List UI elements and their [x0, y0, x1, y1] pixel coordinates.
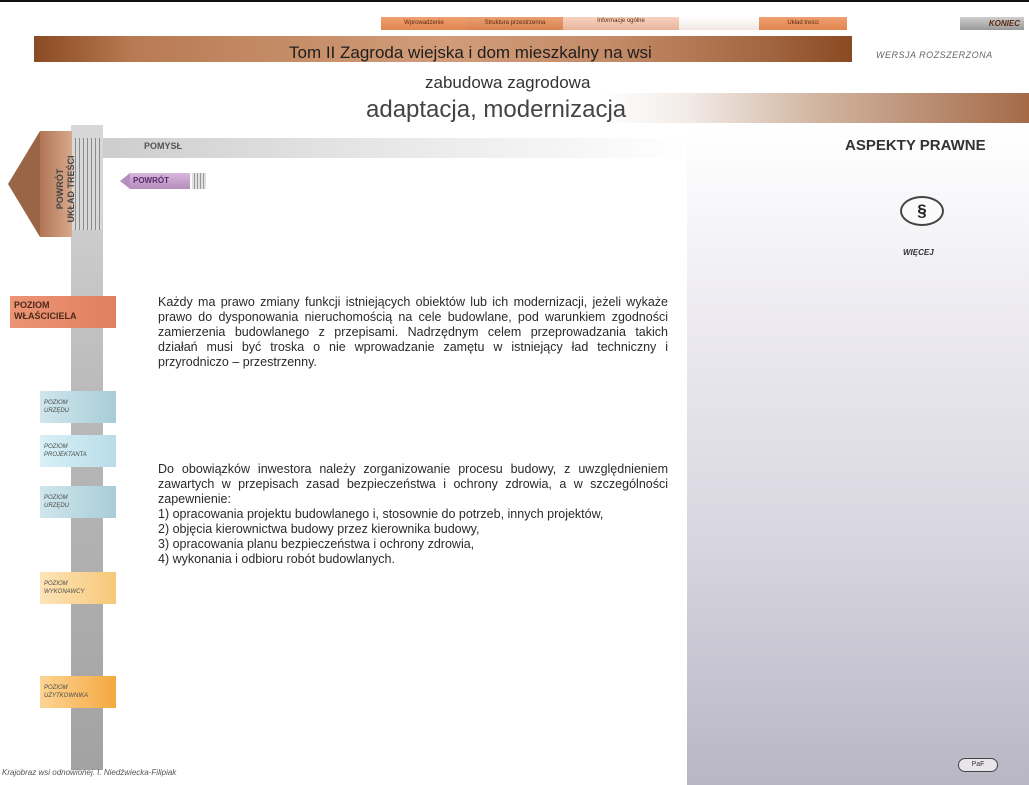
version-label: WERSJA ROZSZERZONA	[876, 50, 993, 60]
level-label-line2: WYKONAWCY	[44, 589, 85, 595]
level-owner-line2: WŁAŚCICIELA	[14, 311, 77, 321]
heading-bar	[600, 93, 1029, 123]
level-label-line1: POZIOM	[44, 685, 68, 691]
list-item: 4) wykonania i odbioru robót budowlanych…	[158, 552, 395, 566]
page-title: Tom II Zagroda wiejska i dom mieszkalny …	[289, 43, 652, 62]
koniec-button[interactable]: KONIEC	[960, 17, 1024, 30]
level-owner-button[interactable]: POZIOM WŁAŚCICIELA	[10, 296, 116, 328]
level-contractor-button[interactable]: POZIOM WYKONAWCY	[40, 572, 116, 604]
content-paragraph-2: Do obowiązków inwestora należy zorganizo…	[158, 462, 668, 567]
level-label-line1: POZIOM	[44, 444, 68, 450]
level-owner-line1: POZIOM	[14, 300, 50, 310]
level-label-line1: POZIOM	[44, 495, 68, 501]
back-button[interactable]: POWRÓT	[120, 173, 206, 189]
tab-informacje-ogolne[interactable]: Informacje ogólne	[563, 17, 679, 30]
list-item: 1) opracowania projektu budowlanego i, s…	[158, 507, 604, 521]
level-label-line1: POZIOM	[44, 581, 68, 587]
obligations-intro: Do obowiązków inwestora należy zorganizo…	[158, 462, 668, 506]
level-label-line2: PROJEKTANTA	[44, 452, 87, 458]
tab-blank[interactable]	[679, 17, 759, 30]
aspects-title: ASPEKTY PRAWNE	[845, 137, 986, 154]
top-border	[0, 0, 1029, 2]
level-office-button[interactable]: POZIOM URZĘDU	[40, 391, 116, 423]
paragraph-law-icon[interactable]: §	[900, 196, 944, 226]
back-arrow-icon[interactable]	[8, 131, 40, 237]
list-item: 2) objęcia kierownictwa budowy przez kie…	[158, 522, 480, 536]
level-label-line2: URZĘDU	[44, 503, 69, 509]
level-label-line2: URZĘDU	[44, 408, 69, 414]
back-arrow-icon	[120, 173, 130, 189]
list-item: 3) opracowania planu bezpieczeństwa i oc…	[158, 537, 475, 551]
back-to-contents-label: POWRÓT UKŁAD TREŚCI	[55, 143, 77, 235]
back-label-line2: UKŁAD TREŚCI	[66, 155, 76, 223]
level-label-line1: POZIOM	[44, 400, 68, 406]
level-user-button[interactable]: POZIOM UŻYTKOWNIKA	[40, 676, 116, 708]
section-bar	[100, 138, 687, 158]
tab-wprowadzenie[interactable]: Wprowadzenie	[381, 17, 467, 30]
page-heading: adaptacja, modernizacja	[366, 96, 627, 123]
content-paragraph-1: Każdy ma prawo zmiany funkcji istniejący…	[158, 295, 668, 369]
level-label-line2: UŻYTKOWNIKA	[44, 693, 89, 699]
tab-uklad-tresci[interactable]: Układ treści	[759, 17, 847, 30]
more-link[interactable]: WIĘCEJ	[903, 248, 934, 257]
section-subtitle: zabudowa zagrodowa	[425, 73, 591, 92]
back-button-label: POWRÓT	[130, 173, 190, 189]
section-label: POMYSŁ	[144, 141, 183, 151]
tab-struktura-przestrzenna[interactable]: Struktura przestrzenna	[467, 17, 563, 30]
right-panel	[687, 125, 1029, 785]
level-designer-button[interactable]: POZIOM PROJEKTANTA	[40, 435, 116, 467]
back-label-line1: POWRÓT	[55, 168, 65, 210]
level-office-2-button[interactable]: POZIOM URZĘDU	[40, 486, 116, 518]
paf-button[interactable]: PaF	[958, 758, 998, 772]
footer-credit: Krajobraz wsi odnowionej. I. Niedźwiecka…	[2, 768, 177, 777]
stripes-decoration	[192, 173, 206, 189]
